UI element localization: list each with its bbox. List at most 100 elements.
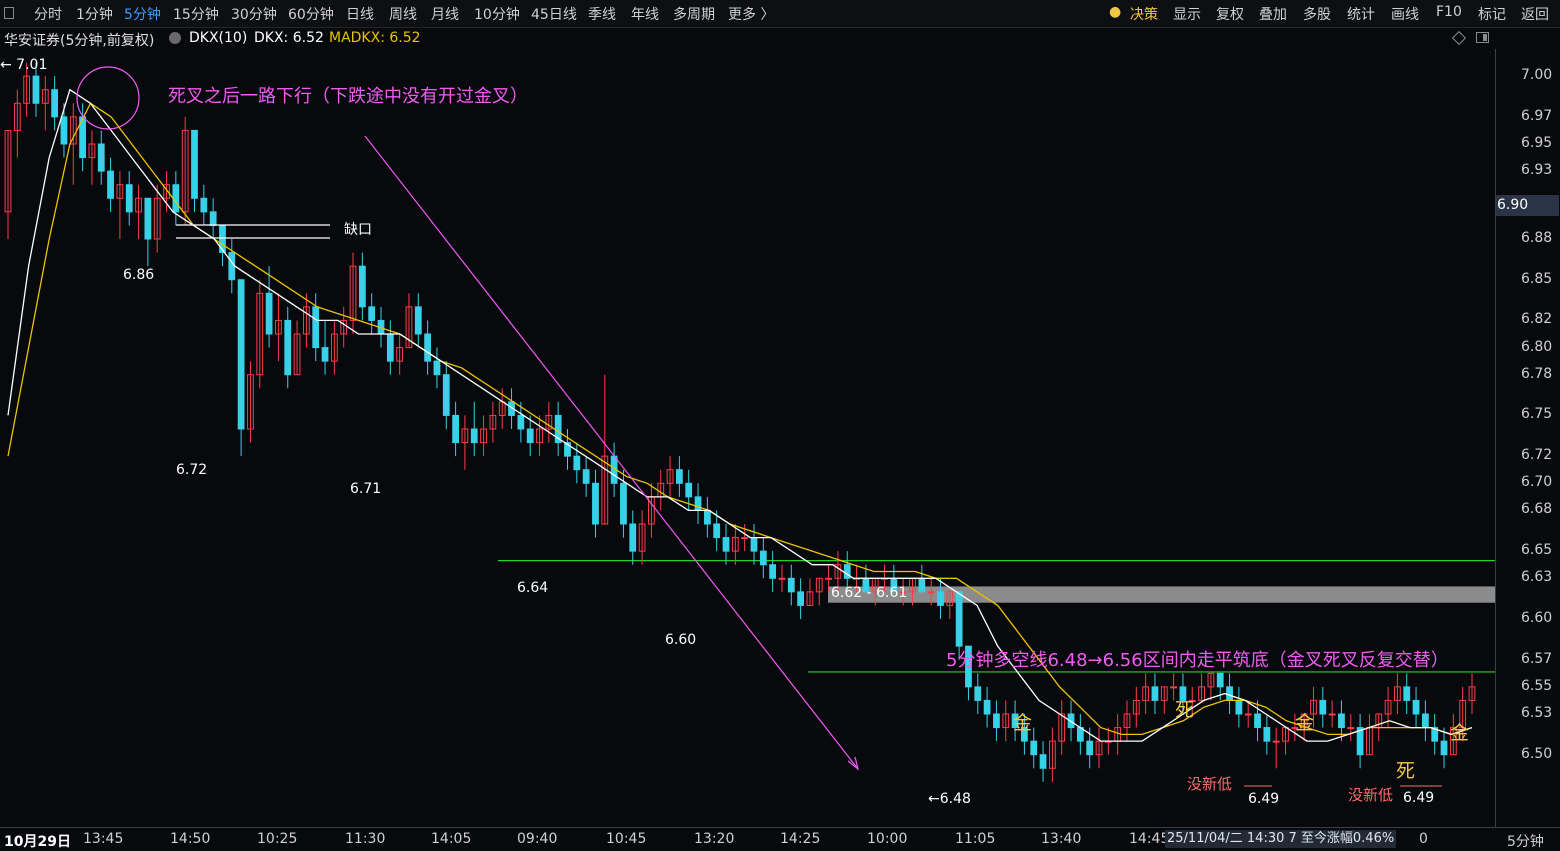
overlay-button[interactable]: 叠加: [1259, 4, 1287, 24]
candle-down: [386, 333, 394, 362]
display-button[interactable]: 显示: [1173, 4, 1201, 24]
time-label: 13:45: [83, 831, 124, 847]
period-tab[interactable]: 10分钟: [474, 4, 520, 24]
period-tab-active[interactable]: 5分钟: [124, 4, 161, 24]
period-tab[interactable]: 多周期: [673, 4, 715, 24]
period-tab[interactable]: 60分钟: [288, 4, 334, 24]
candle-up: [741, 537, 749, 540]
candle-down: [452, 414, 459, 444]
candle-down: [685, 482, 693, 498]
candle-down: [107, 170, 114, 199]
candle-down: [955, 591, 963, 647]
period-indicator[interactable]: 5分钟: [1507, 831, 1544, 851]
period-tab[interactable]: 年线: [631, 4, 659, 24]
candle-down: [237, 279, 245, 430]
death-cross-mark: 死: [1396, 760, 1415, 782]
candles: [4, 62, 1476, 782]
death-cross-note: 死叉之后一路下行（下跌途中没有开过金叉）: [168, 86, 528, 107]
candle-down: [97, 143, 105, 172]
f10-button[interactable]: F10: [1436, 4, 1462, 20]
price-label: 6.71: [350, 481, 381, 497]
candle-down: [442, 374, 450, 416]
candle-down: [1412, 699, 1420, 715]
candle-down: [1421, 713, 1429, 729]
candle-down: [573, 455, 581, 471]
candle-down: [918, 577, 926, 593]
panel-toggle-icon[interactable]: [1476, 32, 1489, 43]
time-label: 10:25: [257, 831, 298, 847]
dkx-label[interactable]: DKX(10): [189, 30, 247, 46]
indicator-bar: 华安证券(5分钟,前复权) DKX(10) DKX: 6.52 MADKX: 6…: [0, 27, 1495, 49]
period-tab[interactable]: 周线: [389, 4, 417, 24]
price-tick: 6.63: [1521, 569, 1553, 586]
time-label: 0: [1419, 831, 1428, 847]
period-tab[interactable]: 1分钟: [76, 4, 113, 24]
statistics-button[interactable]: 统计: [1347, 4, 1375, 24]
period-tab[interactable]: 30分钟: [231, 4, 277, 24]
indicator-settings-icon[interactable]: [169, 32, 181, 44]
mark-button[interactable]: 标记: [1478, 4, 1506, 24]
window-icon[interactable]: [4, 7, 14, 19]
candle-down: [620, 482, 627, 525]
candle-down: [517, 414, 525, 430]
indicator-lines: [7, 88, 1473, 742]
candle-down: [787, 577, 795, 593]
dkx-value: DKX: 6.52: [254, 30, 324, 46]
candle-down: [675, 469, 683, 484]
price-tick: 6.88: [1521, 230, 1553, 246]
candle-down: [1216, 672, 1224, 688]
candle-down: [209, 211, 217, 226]
period-tab[interactable]: 日线: [346, 4, 374, 24]
candle-down: [1338, 713, 1345, 729]
candle-down: [769, 564, 777, 579]
range-note: 5分钟多空线6.48→6.56区间内走平筑底（金叉死叉反复交替）: [946, 650, 1449, 671]
candle-down: [265, 292, 273, 335]
candle-down: [750, 537, 758, 552]
no-new-low-label: 没新低: [1187, 775, 1232, 793]
candle-down: [312, 306, 320, 349]
candle-down: [694, 496, 702, 511]
price-tick: 6.78: [1521, 365, 1553, 382]
price-tick: 6.53: [1521, 705, 1553, 721]
back-button[interactable]: 返回: [1521, 4, 1549, 24]
draw-line-button[interactable]: 画线: [1391, 4, 1419, 24]
candle-down: [51, 89, 59, 118]
period-tab[interactable]: 季线: [588, 4, 616, 24]
price-tick: 6.72: [1521, 447, 1553, 464]
more-menu[interactable]: 更多 〉: [728, 4, 774, 24]
cursor-tooltip: 25/11/04/二 14:30 7 至今涨幅0.46%: [1165, 830, 1397, 848]
period-toolbar: 分时 1分钟 5分钟 15分钟 30分钟 60分钟 日线 周线 月线 10分钟 …: [0, 0, 1560, 28]
candle-down: [368, 306, 376, 321]
price-label: 6.60: [665, 632, 696, 648]
decision-button[interactable]: 决策: [1130, 4, 1158, 24]
price-label: 6.72: [176, 462, 207, 478]
candle-down: [582, 469, 590, 484]
golden-cross-mark: 金: [1013, 712, 1032, 734]
candle-down: [983, 699, 991, 715]
adjust-button[interactable]: 复权: [1216, 4, 1244, 24]
time-label: 10:00: [867, 831, 908, 847]
diamond-icon[interactable]: [1451, 30, 1467, 46]
madkx-value: MADKX: 6.52: [329, 30, 421, 46]
candle-up: [1328, 713, 1336, 716]
price-tick: 6.85: [1521, 270, 1553, 287]
period-tab[interactable]: 45日线: [531, 4, 577, 24]
period-tab[interactable]: 月线: [431, 4, 459, 24]
candle-down: [713, 523, 721, 539]
price-tick: 6.93: [1521, 162, 1553, 179]
multi-stock-button[interactable]: 多股: [1303, 4, 1331, 24]
kline-chart[interactable]: 死叉之后一路下行（下跌途中没有开过金叉） 缺口 5分钟多空线6.48→6.56区间内…: [0, 49, 1495, 827]
gap-zone: [828, 586, 1495, 603]
no-new-low-label: 没新低: [1348, 786, 1393, 804]
price-tick: 6.65: [1521, 542, 1553, 559]
death-cross-circle: [76, 66, 140, 130]
candle-up: [1170, 686, 1177, 689]
annotations: 死叉之后一路下行（下跌途中没有开过金叉） 缺口 5分钟多空线6.48→6.56区间内…: [0, 57, 1469, 807]
period-tab[interactable]: 分时: [34, 4, 62, 24]
price-tick: 7.00: [1521, 67, 1553, 84]
price-label: ←6.48: [928, 791, 971, 807]
period-tab[interactable]: 15分钟: [173, 4, 219, 24]
time-label: 14:05: [431, 831, 472, 847]
candle-down: [629, 523, 637, 552]
price-tick: 6.75: [1521, 406, 1553, 423]
